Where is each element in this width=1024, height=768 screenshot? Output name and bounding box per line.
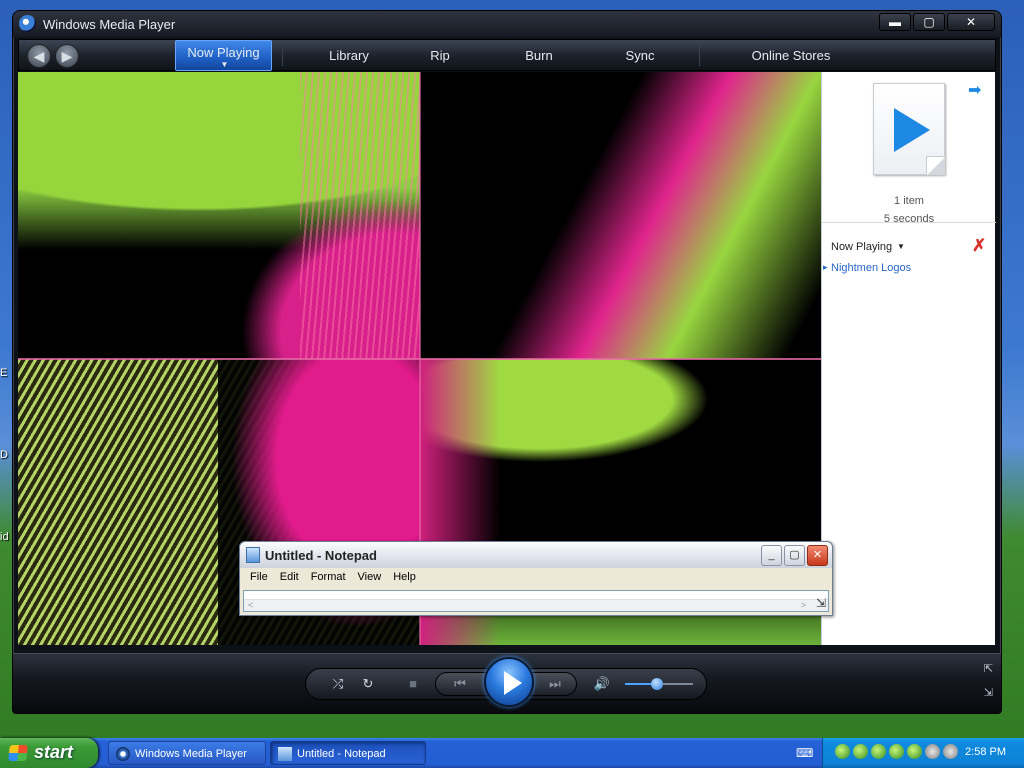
- system-tray: 2:58 PM: [822, 738, 1024, 768]
- notepad-window-title: Untitled - Notepad: [265, 548, 377, 563]
- taskbar-item-wmp[interactable]: Windows Media Player: [108, 741, 266, 765]
- maximize-button[interactable]: ▢: [784, 545, 805, 566]
- tab-now-playing[interactable]: Now Playing ▼: [175, 40, 272, 71]
- notepad-app-icon: [278, 747, 292, 761]
- forward-arrow-icon[interactable]: ▶: [55, 44, 79, 68]
- visualization-quadrant: [18, 72, 420, 359]
- settings-tray-icon[interactable]: [925, 744, 940, 759]
- volume-icon[interactable]: 🔊: [591, 674, 613, 694]
- arrow-right-icon[interactable]: ➡: [968, 80, 981, 100]
- scroll-left-icon[interactable]: <: [248, 600, 253, 610]
- wmp-nav-bar: ◀ ▶ Now Playing ▼ Library Rip Burn Sync …: [18, 39, 996, 71]
- playlist-item[interactable]: Nightmen Logos: [823, 262, 911, 274]
- network-icon[interactable]: [871, 744, 886, 759]
- tab-library[interactable]: Library: [299, 40, 399, 71]
- start-label: start: [34, 742, 74, 762]
- play-button[interactable]: [484, 657, 534, 707]
- taskbar: start Windows Media Player Untitled - No…: [0, 738, 1024, 768]
- keyboard-icon[interactable]: ⌨: [796, 746, 813, 760]
- volume-slider[interactable]: [625, 678, 693, 690]
- playback-controls: ⤮ ↻ ■ ⏮ ⏭ 🔊 ⇱ ⇲: [13, 653, 1001, 713]
- tab-label: Now Playing: [187, 45, 260, 60]
- taskbar-item-label: Untitled - Notepad: [297, 748, 386, 760]
- wmp-app-icon[interactable]: [19, 15, 36, 32]
- notepad-window: Untitled - Notepad _ ▢ ✕ File Edit Forma…: [239, 541, 833, 616]
- chevron-down-icon[interactable]: ▼: [897, 242, 905, 251]
- play-icon: [894, 108, 930, 152]
- full-mode-icon[interactable]: ⇱: [984, 662, 993, 675]
- total-duration: 5 seconds: [883, 213, 935, 225]
- minimize-button[interactable]: ▬: [879, 13, 911, 31]
- menu-file[interactable]: File: [244, 569, 274, 587]
- tab-separator: [282, 46, 283, 66]
- resize-grip-icon[interactable]: ⇲: [816, 596, 826, 610]
- item-count: 1 item: [894, 195, 924, 207]
- playlist-pane: ➡ 1 item 5 seconds Now Playing ▼ ✗ Night…: [821, 72, 996, 645]
- notepad-app-icon[interactable]: [246, 547, 260, 563]
- close-button[interactable]: ✕: [947, 13, 995, 31]
- scroll-right-icon[interactable]: >: [801, 600, 806, 610]
- menu-view[interactable]: View: [352, 569, 388, 587]
- wmp-window-title: Windows Media Player: [43, 17, 176, 32]
- stop-icon[interactable]: ■: [402, 674, 424, 694]
- pane-divider: [822, 222, 996, 223]
- shuffle-icon[interactable]: ⤮: [327, 674, 349, 694]
- tab-rip[interactable]: Rip: [405, 40, 475, 71]
- minimize-button[interactable]: _: [761, 545, 782, 566]
- notepad-menu-bar: File Edit Format View Help: [240, 569, 832, 587]
- windows-logo-icon: [8, 745, 28, 761]
- tab-online-stores[interactable]: Online Stores: [731, 40, 851, 71]
- network-icon[interactable]: [835, 744, 850, 759]
- play-icon: [504, 671, 522, 695]
- network-icon[interactable]: [853, 744, 868, 759]
- menu-edit[interactable]: Edit: [274, 569, 305, 587]
- chevron-down-icon[interactable]: ▼: [221, 61, 229, 69]
- wmp-app-icon: [116, 747, 130, 761]
- volume-knob[interactable]: [650, 678, 663, 690]
- menu-format[interactable]: Format: [305, 569, 352, 587]
- tab-sync[interactable]: Sync: [605, 40, 675, 71]
- network-icon[interactable]: [889, 744, 904, 759]
- next-icon[interactable]: ⏭: [544, 674, 566, 694]
- media-file-icon: [873, 83, 945, 175]
- safely-remove-icon[interactable]: [943, 744, 958, 759]
- previous-icon[interactable]: ⏮: [449, 674, 471, 694]
- notepad-text-area[interactable]: < > ⇲: [243, 590, 829, 612]
- taskbar-item-label: Windows Media Player: [135, 748, 247, 760]
- wmp-titlebar[interactable]: Windows Media Player ▬ ▢ ✕: [13, 11, 1001, 37]
- mini-mode-icon[interactable]: ⇲: [984, 686, 993, 699]
- now-playing-list-dropdown[interactable]: Now Playing: [831, 241, 892, 253]
- back-arrow-icon[interactable]: ◀: [27, 44, 51, 68]
- visualization-quadrant: [420, 72, 821, 359]
- taskbar-item-notepad[interactable]: Untitled - Notepad: [270, 741, 426, 765]
- repeat-icon[interactable]: ↻: [357, 674, 379, 694]
- maximize-button[interactable]: ▢: [913, 13, 945, 31]
- horizontal-scrollbar[interactable]: < >: [244, 599, 828, 611]
- clear-list-icon[interactable]: ✗: [972, 236, 986, 256]
- start-button[interactable]: start: [0, 738, 98, 768]
- notepad-titlebar[interactable]: Untitled - Notepad _ ▢ ✕: [240, 542, 832, 568]
- tab-burn[interactable]: Burn: [504, 40, 574, 71]
- network-icon[interactable]: [907, 744, 922, 759]
- close-button[interactable]: ✕: [807, 545, 828, 566]
- tab-separator: [699, 46, 700, 66]
- clock[interactable]: 2:58 PM: [965, 746, 1006, 758]
- menu-help[interactable]: Help: [387, 569, 422, 587]
